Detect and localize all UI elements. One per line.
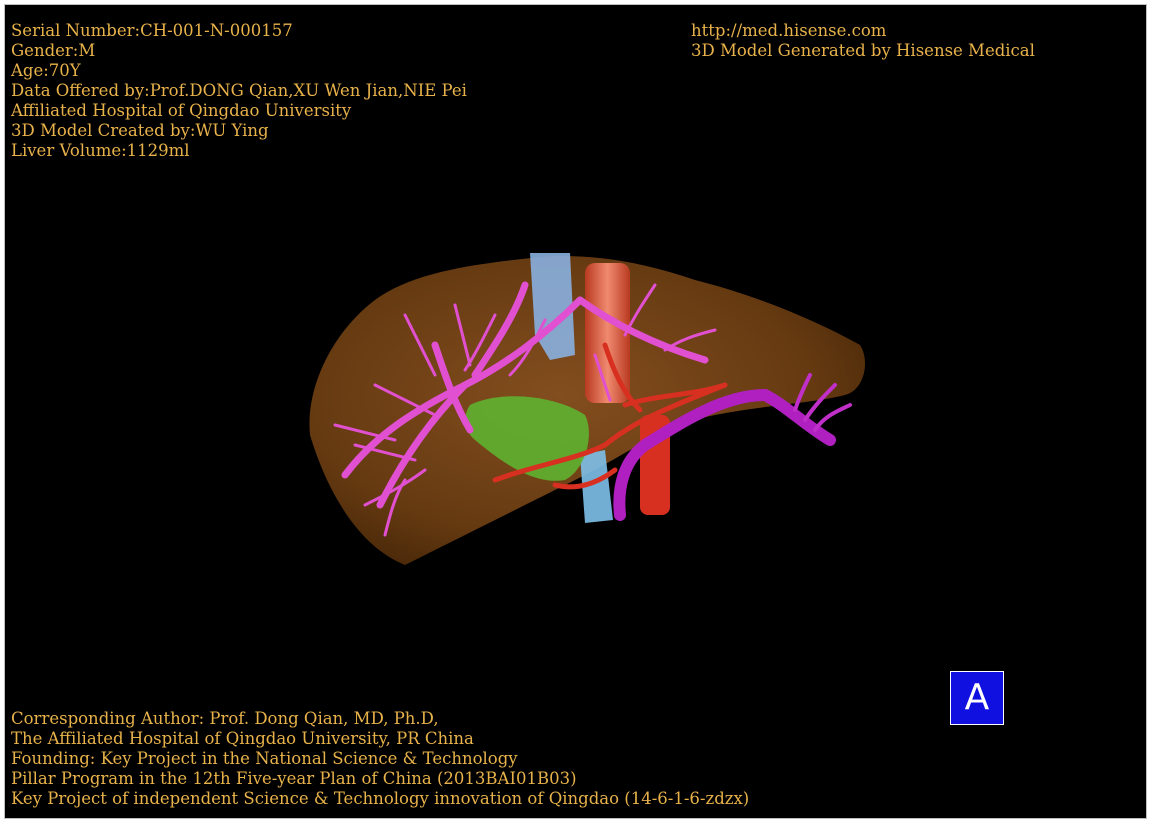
credits: Corresponding Author: Prof. Dong Qian, M… [11,709,749,809]
website-url: http://med.hisense.com [691,21,887,40]
view-a-button[interactable]: A [950,671,1004,725]
corresponding-author: Corresponding Author: Prof. Dong Qian, M… [11,709,439,728]
generated-by: 3D Model Generated by Hisense Medical [691,41,1035,60]
gender: Gender:M [11,41,96,60]
funding-line-1: Founding: Key Project in the National Sc… [11,749,518,768]
3d-viewport[interactable]: Serial Number:CH-001-N-000157 Gender:M A… [4,4,1147,819]
red-vessel-column [585,263,630,403]
data-offered-by: Data Offered by:Prof.DONG Qian,XU Wen Ji… [11,81,467,100]
liver-volume: Liver Volume:1129ml [11,141,190,160]
liver-3d-model[interactable] [295,245,875,585]
model-created-by: 3D Model Created by:WU Ying [11,121,269,140]
hospital: Affiliated Hospital of Qingdao Universit… [11,101,352,120]
patient-info: Serial Number:CH-001-N-000157 Gender:M A… [11,21,467,161]
serial-number: Serial Number:CH-001-N-000157 [11,21,293,40]
age: Age:70Y [11,61,81,80]
generator-info: http://med.hisense.com 3D Model Generate… [691,21,1035,61]
funding-line-2: Pillar Program in the 12th Five-year Pla… [11,769,577,788]
funding-line-3: Key Project of independent Science & Tec… [11,789,750,808]
author-affiliation: The Affiliated Hospital of Qingdao Unive… [11,729,474,748]
